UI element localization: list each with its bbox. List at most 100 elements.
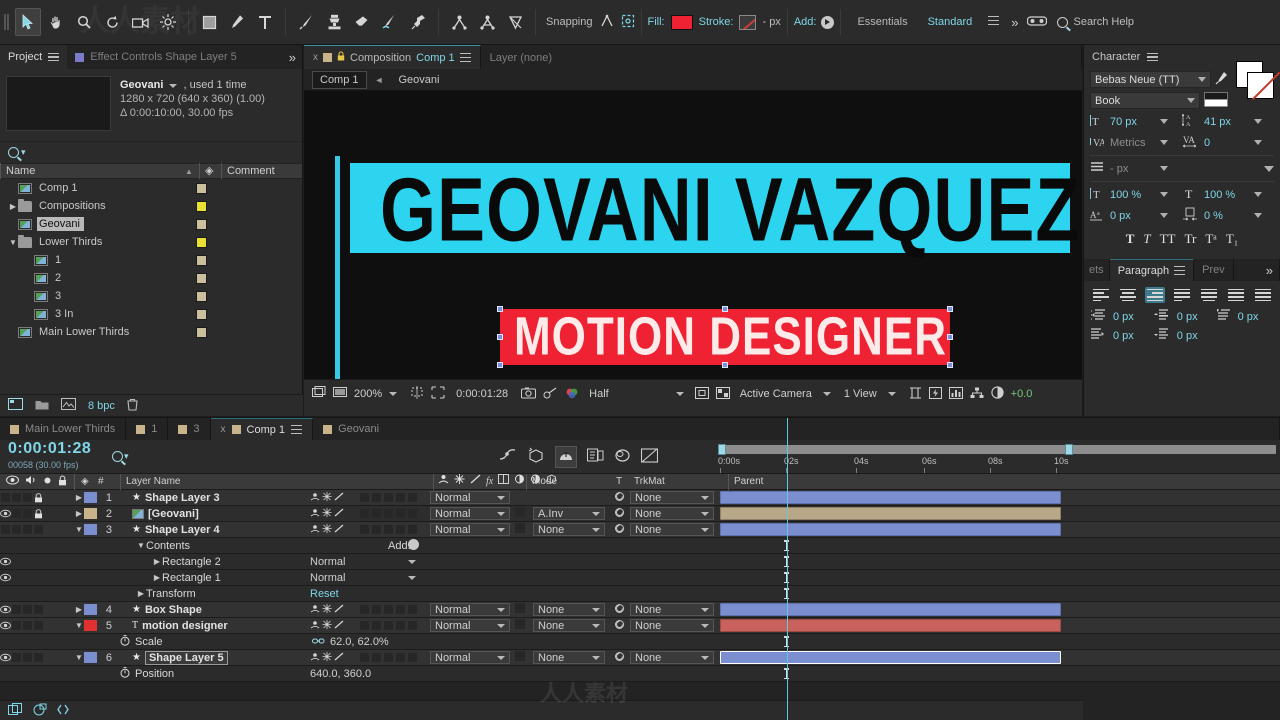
- audio-switch[interactable]: [11, 618, 22, 634]
- timeline-layer-row[interactable]: ▶ 2 [Geovani] Normal A.Inv None: [0, 506, 1280, 522]
- project-item-row[interactable]: 1: [0, 251, 302, 269]
- timeline-search-chevron-icon[interactable]: ▾: [124, 451, 129, 462]
- selection-handle[interactable]: [722, 306, 728, 312]
- tracking-value[interactable]: 0: [1204, 137, 1250, 149]
- vertical-scale-dropdown-icon[interactable]: [1160, 192, 1168, 197]
- shy-switch[interactable]: [310, 620, 320, 632]
- property-disclosure-triangle-icon[interactable]: ▶: [152, 557, 162, 566]
- timeline-property-row[interactable]: Scale 62.0, 62.0%: [0, 634, 1280, 650]
- layer-label-color[interactable]: [84, 508, 97, 519]
- kerning-value[interactable]: Metrics: [1110, 137, 1156, 149]
- frameblend-header-icon[interactable]: [498, 473, 510, 490]
- layer-switch-box[interactable]: [384, 525, 393, 534]
- video-switch[interactable]: [0, 618, 11, 634]
- col-comment[interactable]: Comment: [221, 163, 302, 179]
- tab-paragraph-partial[interactable]: ets: [1084, 259, 1110, 281]
- layer-switch-box[interactable]: [408, 621, 417, 630]
- timeline-ruler[interactable]: 0:00s 02s 04s 06s 08s 10s: [714, 440, 1280, 474]
- link-scale-icon[interactable]: [312, 636, 325, 648]
- snapshot-icon[interactable]: [521, 387, 537, 402]
- lock-switch[interactable]: [33, 618, 44, 634]
- snapping-label[interactable]: Snapping: [546, 16, 593, 28]
- audio-switch[interactable]: [11, 522, 22, 538]
- project-item-row[interactable]: 3: [0, 287, 302, 305]
- camera-value[interactable]: Active Camera: [740, 388, 812, 400]
- trkmat-preserve-box[interactable]: [515, 507, 525, 517]
- layer-switch-box[interactable]: [396, 605, 405, 614]
- search-chevron-icon[interactable]: ▾: [21, 147, 26, 158]
- layer-trkmat-cell[interactable]: A.Inv: [533, 507, 605, 520]
- selection-tool[interactable]: [15, 8, 41, 36]
- layer-switch-box[interactable]: [372, 493, 381, 502]
- project-item-label-color[interactable]: [196, 308, 207, 320]
- snapping-target-icon[interactable]: [621, 14, 635, 31]
- layer-disclosure-triangle-icon[interactable]: ▼: [74, 525, 84, 534]
- shy-header-icon[interactable]: [438, 474, 449, 490]
- project-panel-menu-icon[interactable]: [48, 52, 60, 62]
- always-preview-icon[interactable]: [312, 386, 326, 402]
- comp-render-flags-icon[interactable]: [33, 703, 47, 719]
- hide-shy-layers-icon[interactable]: [640, 447, 658, 466]
- layer-switch-box[interactable]: [372, 605, 381, 614]
- solo-switch[interactable]: [22, 602, 33, 618]
- paragraph-panel-menu-icon[interactable]: [1174, 266, 1186, 275]
- rigid-mask-tool[interactable]: [446, 8, 472, 36]
- project-item-label-color[interactable]: [196, 218, 207, 230]
- video-switch[interactable]: [0, 506, 11, 522]
- workspace-standard[interactable]: Standard: [918, 16, 983, 28]
- timeline-layer-row[interactable]: ▶ 1 ★ Shape Layer 3 Normal None: [0, 490, 1280, 506]
- parent-pickwhip-icon[interactable]: [614, 619, 625, 633]
- layer-switch-box[interactable]: [396, 621, 405, 630]
- transparency-grid-icon[interactable]: [715, 386, 730, 402]
- layer-switch-box[interactable]: [408, 525, 417, 534]
- subtitle-bar-shape[interactable]: MOTION DESIGNER: [500, 307, 950, 367]
- add-menu-icon[interactable]: [821, 15, 835, 29]
- align-center-button[interactable]: [1118, 287, 1138, 303]
- paragraph-overflow[interactable]: »: [1233, 259, 1280, 281]
- layer-disclosure-triangle-icon[interactable]: ▶: [74, 493, 84, 502]
- selection-handle[interactable]: [497, 306, 503, 312]
- selection-handle[interactable]: [947, 334, 953, 340]
- tracking-dropdown-icon[interactable]: [1254, 140, 1262, 145]
- property-video-switch[interactable]: [0, 570, 11, 586]
- stroke-swatch[interactable]: [739, 14, 757, 30]
- zoom-level[interactable]: 200%: [354, 388, 382, 400]
- col-layer-name[interactable]: Layer Name: [120, 473, 433, 490]
- layer-label-color[interactable]: [84, 604, 97, 615]
- timeline-property-row[interactable]: ▼ Contents Add:: [0, 538, 1280, 554]
- project-item-row[interactable]: Geovani: [0, 215, 302, 233]
- video-switch[interactable]: [0, 650, 11, 666]
- text-stroke-color-swatch[interactable]: [1247, 71, 1274, 99]
- expand-collapse-icon[interactable]: [57, 703, 69, 719]
- horizontal-scale-value[interactable]: 100 %: [1204, 189, 1250, 201]
- stopwatch-icon[interactable]: [120, 666, 130, 681]
- tab-character-label[interactable]: Character: [1092, 51, 1140, 63]
- lock-switch[interactable]: [33, 490, 44, 506]
- time-zoom-track[interactable]: [718, 445, 1276, 454]
- stroke-width-dropdown-icon[interactable]: [1160, 166, 1168, 171]
- character-panel-menu-icon[interactable]: [1147, 52, 1159, 62]
- timeline-property-row[interactable]: Position 640.0, 360.0: [0, 666, 1280, 682]
- grid-guides-icon[interactable]: [410, 386, 424, 402]
- puppet-pin-tool[interactable]: [405, 8, 431, 36]
- layer-duration-bar[interactable]: [720, 603, 1061, 616]
- views-dropdown-icon[interactable]: [887, 392, 896, 396]
- shy-switch[interactable]: [310, 652, 320, 664]
- collapse-switch[interactable]: [322, 491, 332, 504]
- resolution-dropdown-icon[interactable]: [675, 392, 684, 396]
- superscript-button[interactable]: Tᵃ: [1205, 231, 1217, 247]
- trkmat-preserve-box[interactable]: [515, 523, 525, 533]
- pixel-aspect-icon[interactable]: [909, 386, 922, 402]
- layer-duration-bar[interactable]: [720, 619, 1061, 632]
- project-item-row[interactable]: Comp 1: [0, 179, 302, 197]
- layer-switch-box[interactable]: [396, 509, 405, 518]
- timeline-tab-geovani[interactable]: Geovani: [313, 418, 1280, 440]
- col-t[interactable]: T: [616, 474, 634, 490]
- layer-name-label[interactable]: Box Shape: [145, 604, 202, 616]
- disclosure-triangle-icon[interactable]: ▼: [8, 238, 18, 247]
- stopwatch-icon[interactable]: [120, 634, 130, 649]
- layer-name-label[interactable]: Shape Layer 3: [145, 492, 220, 504]
- layer-trkmat-cell[interactable]: None: [533, 619, 605, 632]
- solo-switch[interactable]: [22, 618, 33, 634]
- project-item-row[interactable]: 2: [0, 269, 302, 287]
